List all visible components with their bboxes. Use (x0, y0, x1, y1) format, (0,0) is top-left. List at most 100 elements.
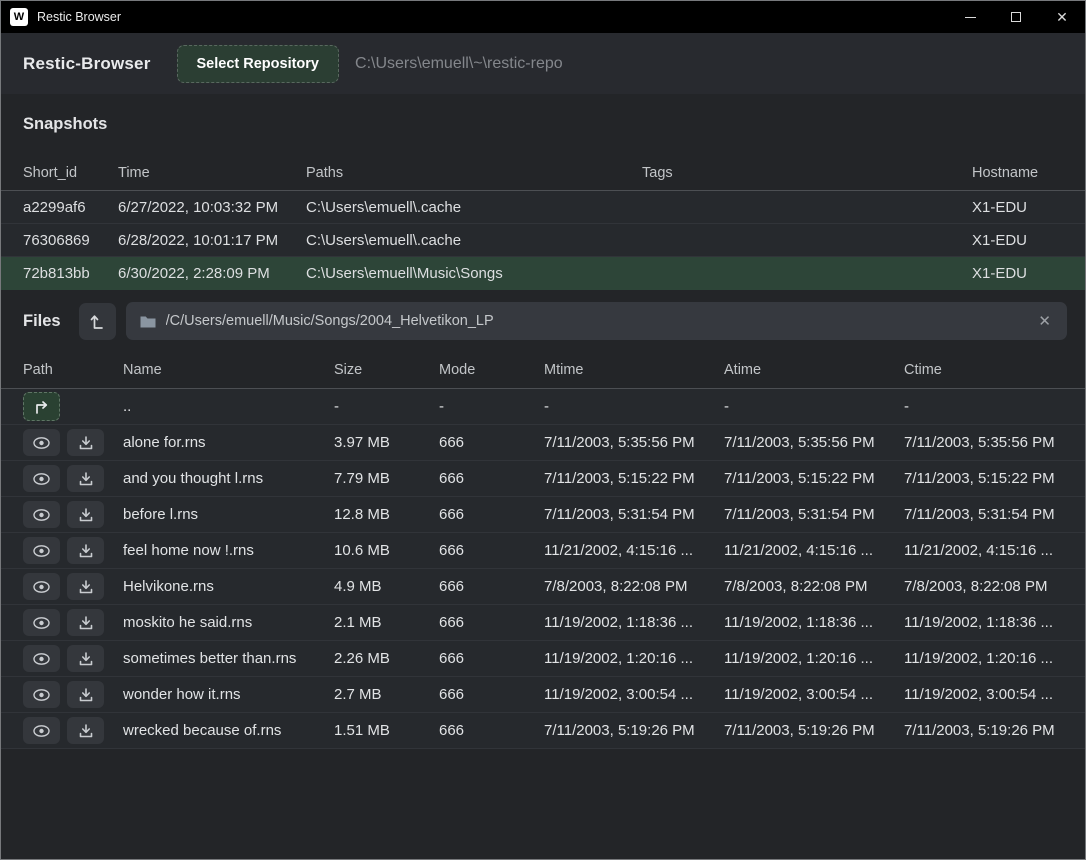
col-name: Name (123, 362, 334, 378)
go-up-button[interactable] (79, 303, 116, 340)
file-name: wonder how it.rns (123, 686, 334, 703)
file-name: moskito he said.rns (123, 614, 334, 631)
file-size: 2.7 MB (334, 686, 439, 703)
file-name: sometimes better than.rns (123, 650, 334, 667)
file-row-actions (23, 573, 123, 600)
file-mtime: - (544, 398, 724, 415)
snapshot-row[interactable]: a2299af6 6/27/2022, 10:03:32 PM C:\Users… (1, 191, 1085, 224)
file-row-actions (23, 465, 123, 492)
maximize-button[interactable] (993, 1, 1039, 33)
download-file-button[interactable] (67, 609, 104, 636)
file-atime: 7/11/2003, 5:31:54 PM (724, 506, 904, 523)
file-size: 1.51 MB (334, 722, 439, 739)
file-row-actions (23, 681, 123, 708)
file-row-actions (23, 609, 123, 636)
file-mode: 666 (439, 470, 544, 487)
eye-icon (33, 545, 50, 557)
download-icon (79, 544, 93, 558)
file-row-actions (23, 537, 123, 564)
file-atime: 7/11/2003, 5:35:56 PM (724, 434, 904, 451)
files-table-header: Path Name Size Mode Mtime Atime Ctime (1, 352, 1085, 389)
file-mtime: 11/19/2002, 1:20:16 ... (544, 650, 724, 667)
file-row: moskito he said.rns 2.1 MB 666 11/19/200… (1, 605, 1085, 641)
download-file-button[interactable] (67, 501, 104, 528)
file-atime: - (724, 398, 904, 415)
download-file-button[interactable] (67, 429, 104, 456)
preview-file-button[interactable] (23, 465, 60, 492)
file-row-actions (23, 392, 123, 421)
close-icon: ✕ (1056, 9, 1068, 26)
file-atime: 11/19/2002, 1:20:16 ... (724, 650, 904, 667)
file-mtime: 11/21/2002, 4:15:16 ... (544, 542, 724, 559)
select-repository-button[interactable]: Select Repository (177, 45, 340, 83)
current-path-input[interactable]: /C/Users/emuell/Music/Songs/2004_Helveti… (126, 302, 1067, 340)
preview-file-button[interactable] (23, 573, 60, 600)
file-name: before l.rns (123, 506, 334, 523)
download-icon (79, 616, 93, 630)
snapshot-short-id: 76306869 (23, 232, 118, 249)
preview-file-button[interactable] (23, 645, 60, 672)
download-file-button[interactable] (67, 573, 104, 600)
file-mode: 666 (439, 614, 544, 631)
file-name: .. (123, 398, 334, 415)
snapshot-hostname: X1-EDU (972, 199, 1063, 216)
file-size: 2.26 MB (334, 650, 439, 667)
file-mtime: 7/11/2003, 5:35:56 PM (544, 434, 724, 451)
file-row: .. - - - - - (1, 389, 1085, 425)
file-name: feel home now !.rns (123, 542, 334, 559)
minimize-button[interactable] (947, 1, 993, 33)
col-tags: Tags (642, 165, 972, 181)
wails-logo-icon: W (10, 8, 28, 26)
col-hostname: Hostname (972, 165, 1063, 181)
file-mode: 666 (439, 542, 544, 559)
main-content: Snapshots Short_id Time Paths Tags Hostn… (1, 94, 1085, 859)
file-row: alone for.rns 3.97 MB 666 7/11/2003, 5:3… (1, 425, 1085, 461)
eye-icon (33, 437, 50, 449)
snapshot-time: 6/27/2022, 10:03:32 PM (118, 199, 306, 216)
file-mode: 666 (439, 434, 544, 451)
preview-file-button[interactable] (23, 429, 60, 456)
file-mtime: 11/19/2002, 1:18:36 ... (544, 614, 724, 631)
snapshots-title: Snapshots (1, 94, 1085, 147)
preview-file-button[interactable] (23, 537, 60, 564)
file-mode: 666 (439, 686, 544, 703)
download-file-button[interactable] (67, 645, 104, 672)
download-file-button[interactable] (67, 681, 104, 708)
clear-path-button[interactable]: ✕ (1036, 312, 1053, 330)
snapshot-row[interactable]: 76306869 6/28/2022, 10:01:17 PM C:\Users… (1, 224, 1085, 257)
titlebar: W Restic Browser ✕ (1, 1, 1085, 33)
file-row-actions (23, 645, 123, 672)
parent-dir-button[interactable] (23, 392, 60, 421)
file-ctime: 7/11/2003, 5:19:26 PM (904, 722, 1063, 739)
eye-icon (33, 725, 50, 737)
file-size: 12.8 MB (334, 506, 439, 523)
file-ctime: 7/11/2003, 5:15:22 PM (904, 470, 1063, 487)
download-file-button[interactable] (67, 717, 104, 744)
file-name: wrecked because of.rns (123, 722, 334, 739)
preview-file-button[interactable] (23, 717, 60, 744)
snapshot-hostname: X1-EDU (972, 232, 1063, 249)
file-mtime: 7/11/2003, 5:19:26 PM (544, 722, 724, 739)
files-bar: Files /C/Users/emuell/Music/Songs/2004_H… (1, 294, 1085, 348)
preview-file-button[interactable] (23, 609, 60, 636)
snapshot-row[interactable]: 72b813bb 6/30/2022, 2:28:09 PM C:\Users\… (1, 257, 1085, 290)
file-mode: 666 (439, 722, 544, 739)
download-file-button[interactable] (67, 537, 104, 564)
eye-icon (33, 653, 50, 665)
snapshot-hostname: X1-EDU (972, 265, 1063, 282)
preview-file-button[interactable] (23, 501, 60, 528)
download-file-button[interactable] (67, 465, 104, 492)
file-mode: 666 (439, 650, 544, 667)
preview-file-button[interactable] (23, 681, 60, 708)
file-row: sometimes better than.rns 2.26 MB 666 11… (1, 641, 1085, 677)
file-ctime: 7/11/2003, 5:31:54 PM (904, 506, 1063, 523)
snapshot-paths: C:\Users\emuell\.cache (306, 232, 642, 249)
close-button[interactable]: ✕ (1039, 1, 1085, 33)
file-row: wonder how it.rns 2.7 MB 666 11/19/2002,… (1, 677, 1085, 713)
file-atime: 7/11/2003, 5:19:26 PM (724, 722, 904, 739)
file-mtime: 11/19/2002, 3:00:54 ... (544, 686, 724, 703)
download-icon (79, 508, 93, 522)
file-row: Helvikone.rns 4.9 MB 666 7/8/2003, 8:22:… (1, 569, 1085, 605)
col-path: Path (23, 362, 123, 378)
col-atime: Atime (724, 362, 904, 378)
